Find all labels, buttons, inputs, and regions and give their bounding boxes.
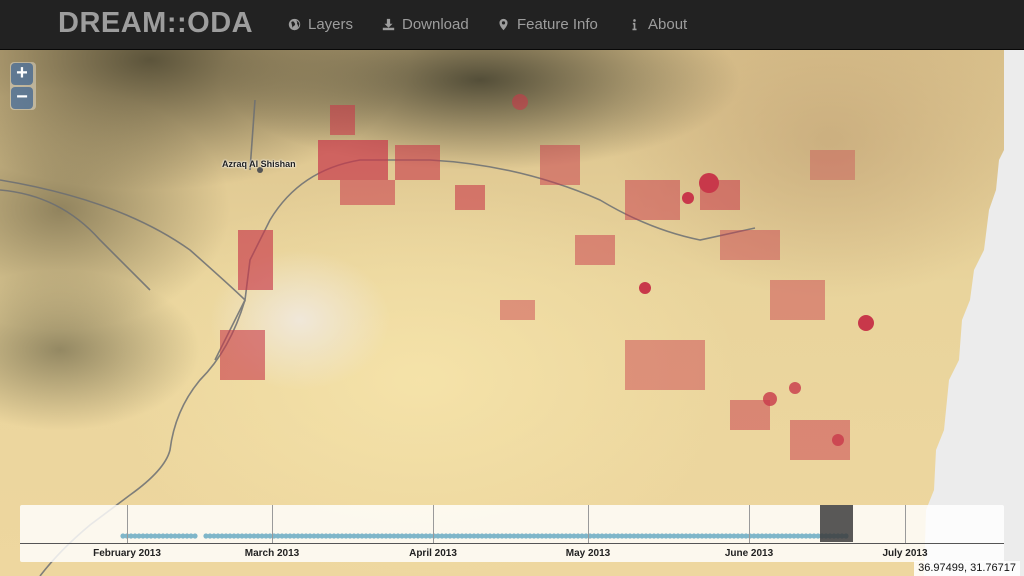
timeline-axis [20, 543, 1004, 544]
timeline-tick [749, 505, 750, 543]
timeline-dots [120, 533, 849, 539]
no-data-area [924, 50, 1024, 576]
nav-download[interactable]: Download [382, 16, 469, 33]
timeline-month-label: July 2013 [882, 548, 928, 559]
timeline-tick [905, 505, 906, 543]
nav-about[interactable]: About [628, 16, 687, 33]
vegetation-fields [220, 94, 874, 460]
timeline-tick [433, 505, 434, 543]
nav-feature-info-label: Feature Info [517, 16, 598, 33]
map-imagery [0, 94, 874, 576]
zoom-control: + − [10, 62, 36, 110]
zoom-out-button[interactable]: − [11, 87, 33, 109]
timeline-month-label: February 2013 [93, 548, 161, 559]
map-marker-icon [499, 18, 508, 31]
mouse-coordinates: 36.97499, 31.76717 [914, 561, 1020, 576]
download-icon [382, 18, 395, 31]
place-label-azraq: Azraq Al Shishan [222, 159, 296, 169]
nav-download-label: Download [402, 16, 469, 33]
nav-layers[interactable]: Layers [288, 16, 353, 33]
nav-layers-label: Layers [308, 16, 354, 33]
info-icon [632, 19, 637, 31]
timeline-tick [272, 505, 273, 543]
timeline[interactable]: February 2013 March 2013 April 2013 May 201… [20, 505, 1004, 562]
brand-logo[interactable]: DREAM::ODA [58, 7, 253, 40]
navbar: DREAM::ODA Layers Download Feature Info … [0, 0, 1024, 50]
timeline-tick [588, 505, 589, 543]
timeline-selection-window[interactable] [820, 505, 853, 542]
nav-about-label: About [648, 16, 688, 33]
timeline-month-label: June 2013 [724, 548, 774, 559]
globe-icon [288, 18, 301, 31]
timeline-dot [192, 533, 198, 539]
timeline-tick [127, 505, 128, 543]
timeline-month-label: May 2013 [565, 548, 611, 559]
zoom-in-button[interactable]: + [11, 63, 33, 85]
timeline-month-label: March 2013 [244, 548, 300, 559]
nav-feature-info[interactable]: Feature Info [497, 16, 598, 33]
timeline-month-label: April 2013 [409, 548, 457, 559]
satellite-map[interactable]: Azraq Al Shishan [0, 50, 1024, 576]
